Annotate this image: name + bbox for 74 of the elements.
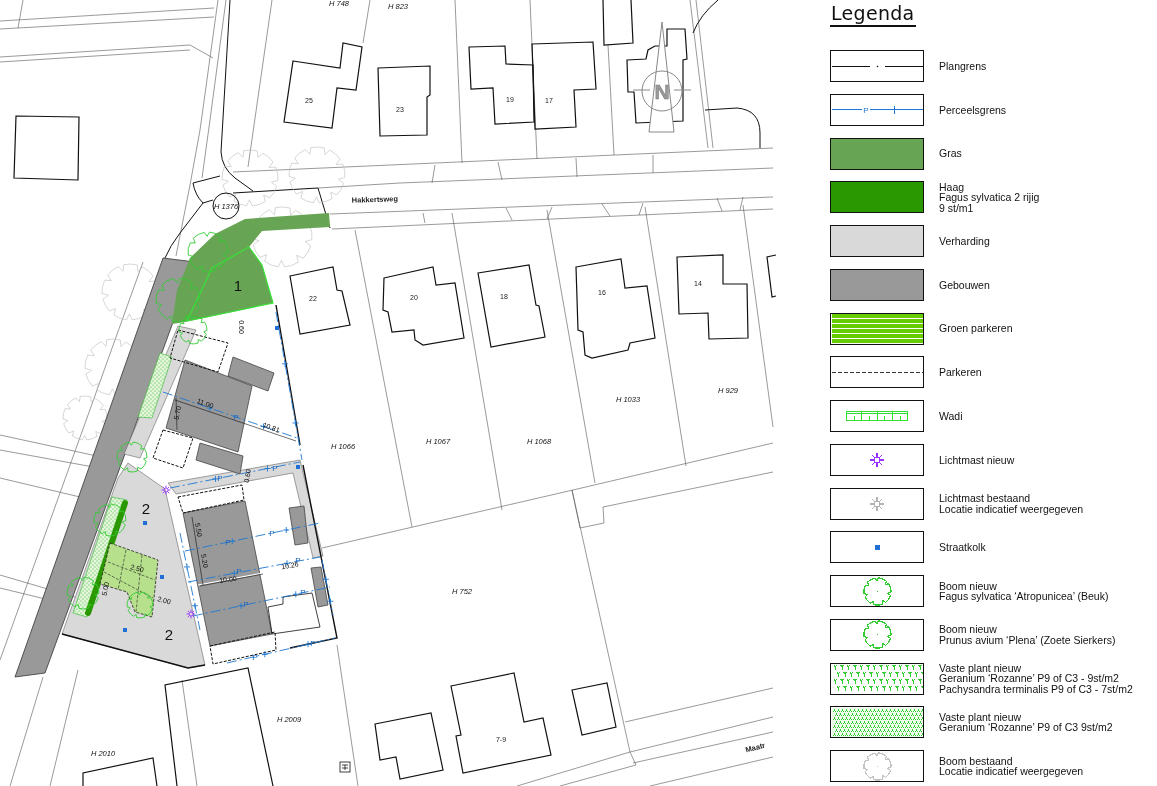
star-marker-icon — [161, 485, 171, 495]
legend-label: Haag — [939, 181, 965, 192]
house-outline — [289, 266, 351, 335]
legend-label: Boom bestaand — [939, 755, 1014, 766]
square-marker-icon — [296, 465, 300, 469]
dashed-line-icon — [831, 370, 923, 374]
planting-bed — [137, 352, 173, 419]
zone-number-label: 2 — [141, 500, 151, 517]
parcel-line-mark: P — [233, 413, 239, 422]
legend-note: Fagus sylvatica 2 rijig — [939, 192, 1040, 203]
parcel-line-mark: P — [252, 653, 258, 662]
zone-number-label: 1 — [233, 277, 243, 294]
parking-space — [177, 484, 245, 514]
house-outline — [13, 115, 80, 181]
legend-label: Boom nieuw — [939, 624, 998, 635]
legend-label: Wadi — [939, 410, 963, 422]
legend-note: Geranium ‘Rozanne’ P9 of C3 9st/m2 — [939, 722, 1113, 733]
parcel-line-mark: P — [236, 567, 242, 576]
legend-label: Straatkolk — [939, 542, 986, 553]
legend-note: Locatie indicatief weergegeven — [939, 503, 1084, 514]
legend-label: Lichtmast bestaand — [939, 493, 1032, 504]
legend-note: Geranium ‘Rozanne’ P9 of C3 - 9st/m2 — [939, 673, 1120, 684]
tree-icon — [62, 395, 108, 441]
legend-label: Perceelsgrens — [939, 104, 1007, 115]
legend-note: Pachysandra terminalis P9 of C3 - 7st/m2 — [939, 683, 1133, 695]
tree-icon — [288, 146, 346, 204]
legend-note: Locatie indicatief weergegeven — [939, 766, 1084, 777]
legend-label: Parkeren — [939, 367, 982, 378]
square-marker-icon — [123, 628, 127, 632]
parcel-line-mark: P — [243, 600, 249, 609]
parcel-line-mark: P — [225, 538, 231, 547]
house-outline — [766, 254, 776, 298]
parcel-line-mark: P — [272, 464, 278, 473]
square-marker-icon — [160, 575, 164, 579]
tree-icon — [66, 576, 100, 610]
building-block — [310, 566, 329, 608]
legend-label: Vaste plant nieuw — [939, 711, 1022, 723]
legend-label: Verharding — [939, 235, 990, 247]
legend-note: Fagus sylvatica ‘Atropunicea’ (Beuk) — [939, 591, 1109, 602]
star-marker-icon — [186, 609, 196, 619]
house-outline — [267, 592, 321, 635]
circle-outline — [212, 192, 240, 220]
legend-label: Boom nieuw — [939, 580, 998, 591]
square-marker-icon — [275, 326, 279, 330]
legend-label: Lichtmast nieuw — [939, 454, 1015, 465]
parking-space — [209, 631, 277, 665]
legend-label: Groen parkeren — [939, 323, 1013, 334]
parking-space — [152, 429, 194, 469]
parcel-line-mark: P — [269, 529, 275, 538]
compass-letter: N — [654, 80, 670, 103]
legend-label: Plangrens — [939, 60, 987, 72]
building-block — [288, 505, 309, 546]
north-arrow-icon — [632, 21, 692, 133]
house-outline — [571, 682, 617, 736]
parcel-line-mark: P — [217, 474, 223, 483]
legend-note: Prunus avium ‘Plena’ (Zoete Sierkers) — [939, 634, 1116, 646]
square-marker-icon — [143, 521, 147, 525]
tree-icon — [116, 441, 148, 473]
legend-title: Legenda — [830, 1, 916, 27]
house-outline — [377, 65, 431, 137]
parcel-line-mark: P — [310, 639, 316, 648]
zone-number-label: 2 — [164, 626, 174, 643]
tree-icon — [93, 503, 127, 537]
legend-label: Gebouwen — [939, 279, 990, 290]
legend-label: Vaste plant nieuw — [939, 662, 1022, 674]
tree-icon — [187, 231, 229, 273]
line-mark-label: P — [862, 105, 869, 115]
parcel-line-mark: P — [300, 588, 306, 597]
parking-space — [169, 329, 229, 373]
legend-label: Gras — [939, 148, 962, 159]
tree-icon — [221, 149, 279, 207]
tree-icon — [126, 591, 154, 619]
small-box-symbol-icon — [339, 761, 351, 773]
house-outline — [374, 712, 444, 780]
